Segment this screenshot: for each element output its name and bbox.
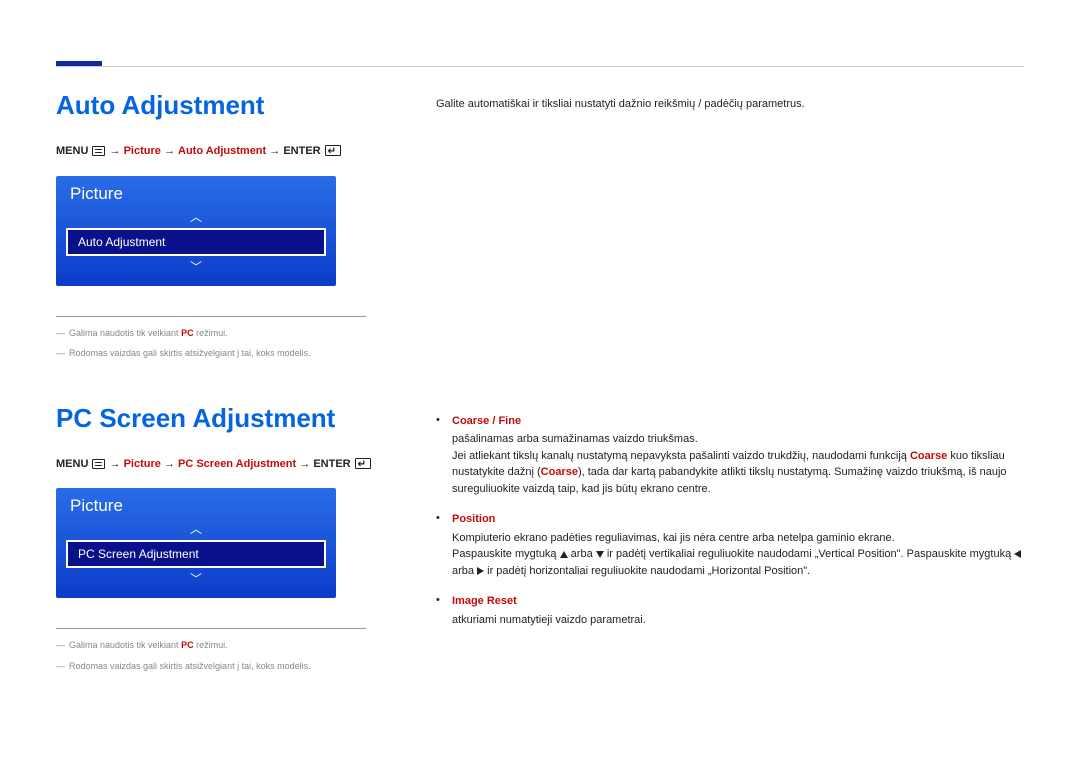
osd-preview-pc-screen-adjustment: Picture ︿ PC Screen Adjustment ﹀ [56, 488, 336, 598]
list-item: • Coarse / Fine pašalinamas arba sumažin… [436, 413, 1024, 498]
footnotes-auto-adjustment: ―Galima naudotis tik veikiant PC režimui… [56, 316, 366, 361]
bullet-title-position: Position [452, 511, 1024, 528]
path-pc-screen-adjustment: PC Screen Adjustment [178, 458, 296, 470]
triangle-down-icon [596, 551, 604, 558]
bullet-text: atkuriami numatytieji vaizdo parametrai. [452, 612, 1024, 629]
bullet-list-pc-screen-adjustment: • Coarse / Fine pašalinamas arba sumažin… [436, 413, 1024, 629]
menu-icon [92, 146, 105, 156]
menu-label: MENU [56, 458, 88, 470]
section-title-auto-adjustment: Auto Adjustment [56, 90, 396, 121]
list-item: • Position Kompiuterio ekrano padėties r… [436, 511, 1024, 579]
osd-selected-item: PC Screen Adjustment [66, 540, 326, 568]
enter-icon [355, 458, 371, 469]
path-auto-adjustment: Auto Adjustment [178, 145, 266, 157]
bullet-text: Paspauskite mygtuką arba ir padėtį verti… [452, 546, 1024, 579]
osd-title: Picture [56, 494, 336, 522]
menu-path-auto-adjustment: MENU → Picture → Auto Adjustment → ENTER [56, 143, 396, 160]
triangle-up-icon [560, 551, 568, 558]
path-picture: Picture [124, 458, 161, 470]
enter-label: ENTER [283, 145, 320, 157]
menu-label: MENU [56, 145, 88, 157]
menu-icon [92, 459, 105, 469]
chevron-down-icon: ﹀ [56, 260, 336, 274]
bullet-text: Kompiuterio ekrano padėties reguliavimas… [452, 530, 1024, 547]
osd-title: Picture [56, 182, 336, 210]
osd-selected-item: Auto Adjustment [66, 228, 326, 256]
enter-label: ENTER [313, 458, 350, 470]
bullet-title-coarse-fine: Coarse / Fine [452, 413, 1024, 430]
osd-preview-auto-adjustment: Picture ︿ Auto Adjustment ﹀ [56, 176, 336, 286]
path-picture: Picture [124, 145, 161, 157]
triangle-left-icon [1014, 550, 1021, 558]
menu-path-pc-screen-adjustment: MENU → Picture → PC Screen Adjustment → … [56, 456, 396, 473]
chevron-up-icon: ︿ [56, 210, 336, 224]
chevron-up-icon: ︿ [56, 522, 336, 536]
chevron-down-icon: ﹀ [56, 572, 336, 586]
footnotes-pc-screen-adjustment: ―Galima naudotis tik veikiant PC režimui… [56, 628, 366, 673]
section-title-pc-screen-adjustment: PC Screen Adjustment [56, 403, 396, 434]
enter-icon [325, 145, 341, 156]
description-auto-adjustment: Galite automatiškai ir tiksliai nustatyt… [436, 96, 1024, 113]
bullet-title-image-reset: Image Reset [452, 593, 1024, 610]
list-item: • Image Reset atkuriami numatytieji vaiz… [436, 593, 1024, 628]
bullet-text: pašalinamas arba sumažinamas vaizdo triu… [452, 431, 1024, 448]
bullet-text: Jei atliekant tikslų kanalų nustatymą ne… [452, 448, 1024, 498]
